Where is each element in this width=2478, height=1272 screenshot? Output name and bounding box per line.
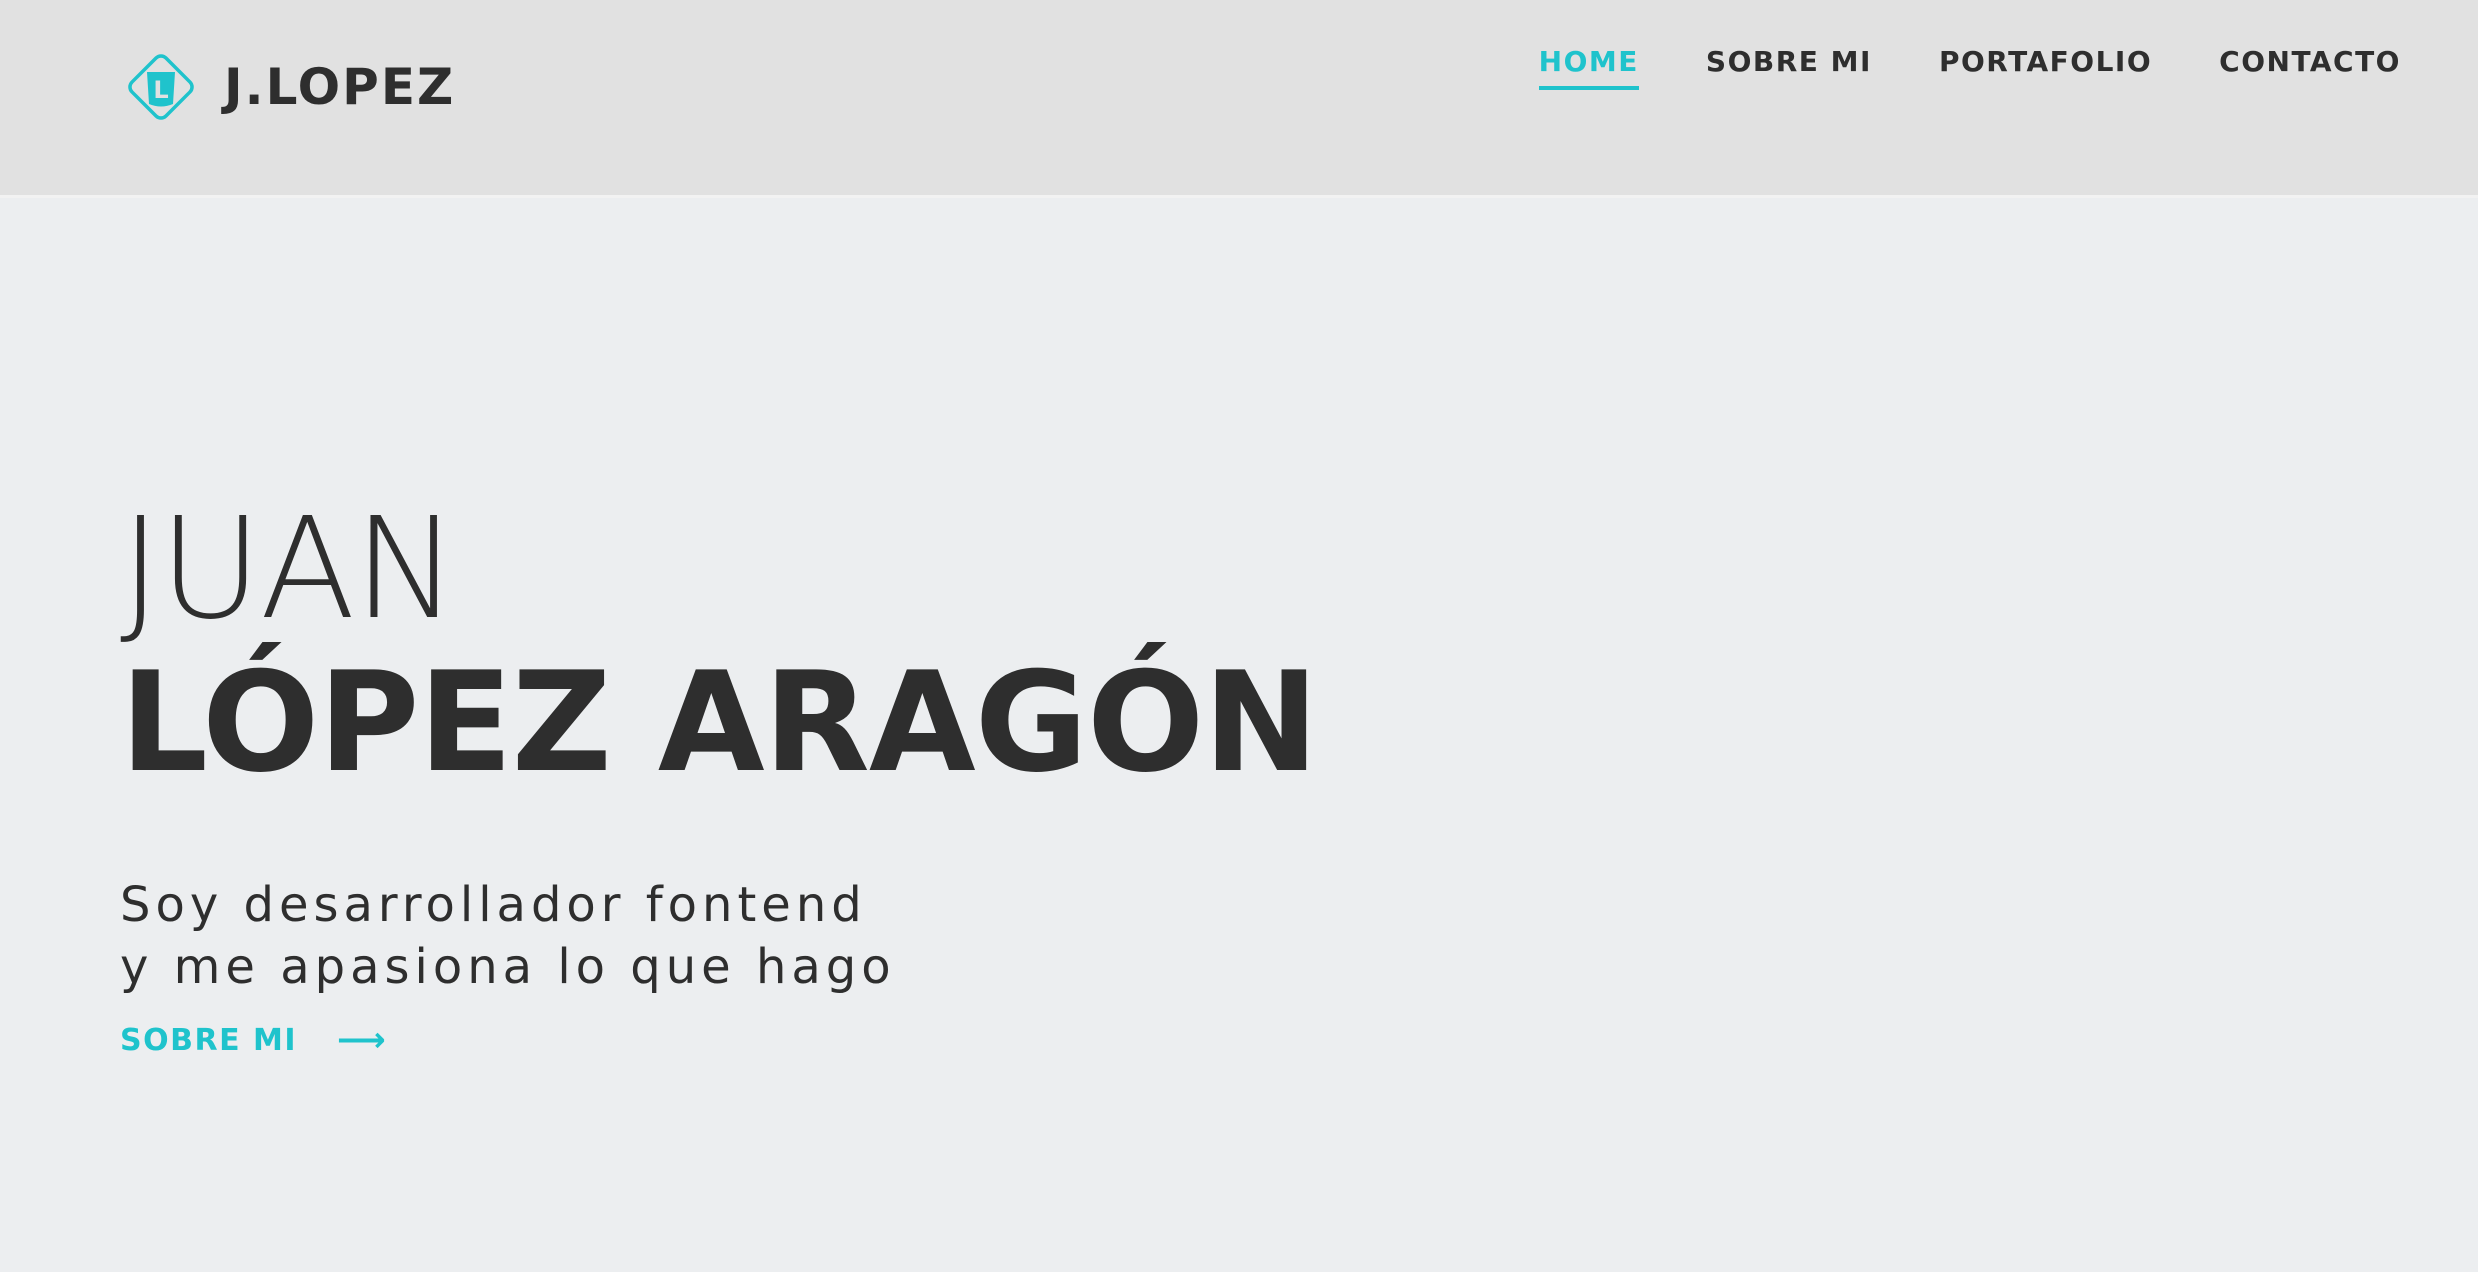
brand-logo-link[interactable]: L J.LOPEZ (120, 46, 455, 128)
arrow-right-icon: ⟶ (337, 1020, 388, 1060)
hero-last-name: LÓPEZ ARAGÓN (120, 642, 1319, 803)
nav-item-contacto[interactable]: CONTACTO (2219, 44, 2401, 86)
hero-tagline: Soy desarrollador fontend y me apasiona … (120, 874, 896, 998)
nav-item-sobre-mi[interactable]: SOBRE MI (1706, 44, 1872, 86)
site-header: L J.LOPEZ HOME SOBRE MI PORTAFOLIO CONTA… (0, 0, 2478, 198)
hero-heading: JUAN LÓPEZ ARAGÓN (120, 488, 1319, 803)
nav-item-portafolio[interactable]: PORTAFOLIO (1939, 44, 2152, 86)
sobre-mi-link[interactable]: SOBRE MI ⟶ (120, 1020, 387, 1060)
hero-first-name: JUAN (120, 488, 458, 651)
main-nav: HOME SOBRE MI PORTAFOLIO CONTACTO (1472, 44, 2401, 90)
nav-item-home[interactable]: HOME (1538, 44, 1639, 90)
tagline-line-2: y me apasiona lo que hago (120, 939, 896, 995)
logo-icon: L (120, 46, 202, 128)
brand-name: J.LOPEZ (224, 58, 456, 116)
logo-letter: L (153, 76, 168, 104)
cta-label: SOBRE MI (120, 1022, 298, 1058)
tagline-line-1: Soy desarrollador fontend (120, 877, 867, 933)
